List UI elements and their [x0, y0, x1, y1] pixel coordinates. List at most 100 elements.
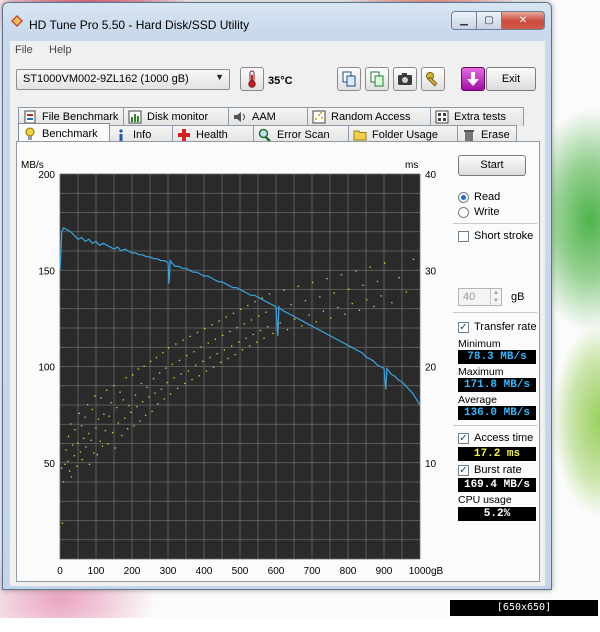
exit-button[interactable]: Exit — [486, 67, 536, 91]
access-time-box: ✓ — [458, 432, 469, 444]
tab-info-label: Info — [133, 129, 152, 141]
tab-aam-label: AAM — [252, 111, 276, 123]
y-right-axis-label: ms — [405, 160, 418, 171]
menu-help[interactable]: Help — [49, 44, 72, 56]
access-time-point — [117, 422, 119, 424]
copy-text-button[interactable] — [337, 67, 361, 91]
x-tick-label: 600 — [268, 566, 285, 577]
menu-file[interactable]: File — [15, 44, 33, 56]
watermark: [650x650] http://upic.me/ — [450, 600, 598, 629]
burst-rate-value: 169.4 MB/s — [458, 478, 536, 492]
access-time-point — [211, 324, 213, 326]
benchmark-panel: MB/s ms 200 150 100 50 40 30 20 10 0 100 200 300 400 50… — [16, 141, 540, 582]
close-button[interactable]: ✕ — [501, 11, 545, 30]
access-time-point — [128, 405, 130, 407]
maximize-button[interactable]: ▢ — [476, 11, 502, 30]
wrench-icon — [426, 72, 438, 87]
access-time-point — [134, 394, 137, 396]
access-time-point — [99, 440, 101, 442]
access-time-point — [121, 434, 123, 437]
access-time-point — [144, 414, 147, 416]
access-time-point — [229, 330, 231, 333]
options-button[interactable] — [421, 67, 445, 91]
tab-extra-tests[interactable]: Extra tests — [430, 107, 524, 126]
access-time-point — [162, 352, 164, 354]
toolbar: ST1000VM002-9ZL162 (1000 gB) ▼ 35°C Exit — [10, 61, 545, 95]
tab-aam[interactable]: AAM — [228, 107, 308, 126]
access-time-point — [78, 412, 81, 414]
access-time-point — [312, 281, 314, 284]
access-time-point — [240, 308, 242, 311]
access-time-point — [380, 295, 382, 297]
access-time-point — [268, 293, 271, 295]
access-time-point — [330, 317, 332, 319]
transfer-rate-checkbox[interactable]: ✓ Transfer rate — [458, 320, 537, 334]
tab-disk-monitor[interactable]: Disk monitor — [123, 107, 229, 126]
tab-disk-monitor-label: Disk monitor — [147, 111, 209, 123]
start-button[interactable]: Start — [458, 155, 526, 176]
access-time-point — [283, 289, 285, 291]
read-radio[interactable]: Read — [458, 190, 538, 204]
access-time-point — [234, 353, 236, 356]
client-area: File Help ST1000VM002-9ZL162 (1000 gB) ▼… — [10, 41, 545, 586]
access-time-point — [132, 374, 134, 376]
access-time-checkbox[interactable]: ✓ Access time — [458, 431, 533, 445]
access-time-point — [412, 258, 415, 260]
tab-erase-label: Erase — [481, 129, 510, 141]
access-time-point — [355, 270, 357, 272]
temperature-button[interactable] — [240, 67, 264, 91]
access-time-point — [116, 406, 118, 409]
access-time-point — [220, 361, 222, 363]
cpu-usage-label: CPU usage — [458, 494, 512, 506]
access-time-point — [61, 467, 63, 469]
short-stroke-input[interactable]: 40 ▲ ▼ — [458, 288, 502, 306]
minimize-button[interactable]: ▁ — [451, 11, 477, 30]
screenshot-button[interactable] — [393, 67, 417, 91]
access-time-point — [398, 276, 400, 279]
access-time-point — [152, 378, 155, 380]
access-time-point — [90, 439, 92, 441]
save-button[interactable] — [461, 67, 485, 91]
access-time-point — [261, 297, 263, 299]
access-time-point — [297, 285, 299, 287]
access-time-point — [191, 379, 193, 381]
access-time-point — [62, 481, 65, 483]
short-stroke-checkbox[interactable]: Short stroke — [458, 229, 533, 243]
tab-random-access[interactable]: Random Access — [307, 107, 431, 126]
access-time-point — [340, 274, 343, 276]
y-right-tick-label: 30 — [425, 266, 437, 277]
average-value: 136.0 MB/s — [458, 406, 536, 420]
access-time-point — [222, 334, 224, 337]
x-tick-label: 1000gB — [409, 566, 444, 577]
access-time-point — [227, 357, 229, 360]
magnifier-icon — [258, 128, 271, 142]
access-time-point — [137, 368, 140, 370]
access-time-point — [202, 360, 204, 363]
access-time-point — [148, 396, 150, 398]
x-tick-label: 900 — [376, 566, 393, 577]
spinner-arrows-icon[interactable]: ▲ ▼ — [490, 289, 501, 305]
copy-all-button[interactable] — [365, 67, 389, 91]
title-bar[interactable]: HD Tune Pro 5.50 - Hard Disk/SSD Utility… — [3, 3, 551, 39]
access-time-point — [171, 363, 173, 365]
access-time-point — [241, 349, 244, 351]
access-time-point — [65, 449, 67, 451]
drive-select[interactable]: ST1000VM002-9ZL162 (1000 gB) ▼ — [16, 69, 230, 90]
burst-rate-checkbox[interactable]: ✓ Burst rate — [458, 463, 522, 477]
access-time-point — [108, 415, 110, 417]
temperature-readout: 35°C — [268, 75, 293, 87]
access-time-point — [94, 395, 96, 397]
divider — [453, 223, 537, 224]
write-radio[interactable]: Write — [458, 205, 538, 219]
access-time-point — [96, 454, 99, 456]
x-tick-label: 700 — [304, 566, 321, 577]
access-time-point — [107, 443, 109, 445]
access-time-point — [204, 328, 206, 330]
access-time-point — [79, 451, 82, 453]
access-time-point — [391, 302, 393, 304]
access-time-point — [238, 341, 240, 343]
access-time-point — [124, 417, 126, 419]
access-time-point — [70, 423, 72, 425]
access-time-point — [294, 318, 296, 320]
access-time-point — [247, 304, 249, 307]
